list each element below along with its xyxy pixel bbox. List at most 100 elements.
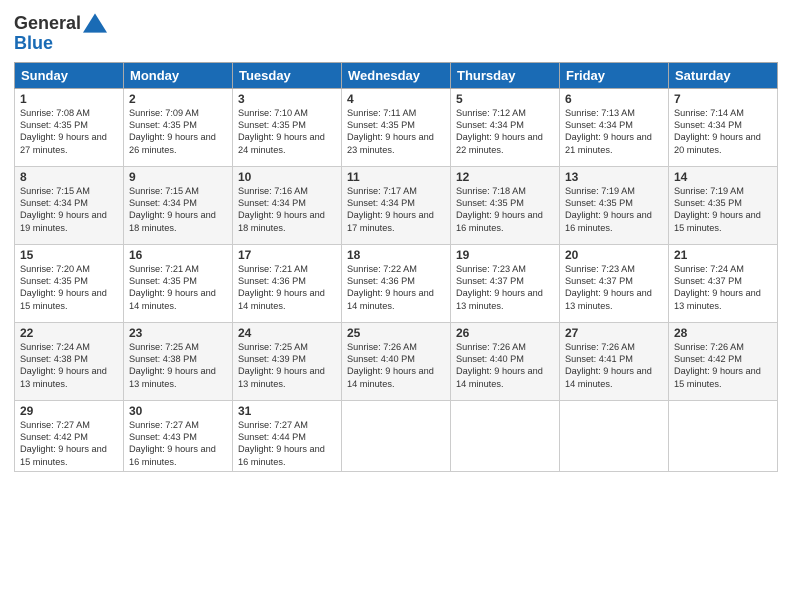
day-number: 9	[129, 170, 227, 184]
day-number: 8	[20, 170, 118, 184]
calendar-week-2: 8Sunrise: 7:15 AMSunset: 4:34 PMDaylight…	[15, 166, 778, 244]
cell-content: Sunrise: 7:08 AMSunset: 4:35 PMDaylight:…	[20, 107, 118, 157]
day-number: 28	[674, 326, 772, 340]
calendar-cell: 15Sunrise: 7:20 AMSunset: 4:35 PMDayligh…	[15, 244, 124, 322]
cell-content: Sunrise: 7:26 AMSunset: 4:42 PMDaylight:…	[674, 341, 772, 391]
calendar-cell: 29Sunrise: 7:27 AMSunset: 4:42 PMDayligh…	[15, 400, 124, 472]
day-number: 5	[456, 92, 554, 106]
day-number: 19	[456, 248, 554, 262]
calendar-cell: 27Sunrise: 7:26 AMSunset: 4:41 PMDayligh…	[560, 322, 669, 400]
calendar-cell: 3Sunrise: 7:10 AMSunset: 4:35 PMDaylight…	[233, 88, 342, 166]
calendar-cell: 19Sunrise: 7:23 AMSunset: 4:37 PMDayligh…	[451, 244, 560, 322]
calendar-week-3: 15Sunrise: 7:20 AMSunset: 4:35 PMDayligh…	[15, 244, 778, 322]
calendar-cell: 21Sunrise: 7:24 AMSunset: 4:37 PMDayligh…	[669, 244, 778, 322]
day-number: 21	[674, 248, 772, 262]
day-number: 6	[565, 92, 663, 106]
header-friday: Friday	[560, 62, 669, 88]
cell-content: Sunrise: 7:24 AMSunset: 4:38 PMDaylight:…	[20, 341, 118, 391]
day-number: 18	[347, 248, 445, 262]
calendar-week-5: 29Sunrise: 7:27 AMSunset: 4:42 PMDayligh…	[15, 400, 778, 472]
cell-content: Sunrise: 7:26 AMSunset: 4:40 PMDaylight:…	[456, 341, 554, 391]
day-number: 20	[565, 248, 663, 262]
calendar-cell: 20Sunrise: 7:23 AMSunset: 4:37 PMDayligh…	[560, 244, 669, 322]
day-number: 31	[238, 404, 336, 418]
day-number: 25	[347, 326, 445, 340]
calendar-cell: 31Sunrise: 7:27 AMSunset: 4:44 PMDayligh…	[233, 400, 342, 472]
header: General Blue	[14, 10, 778, 54]
calendar-week-4: 22Sunrise: 7:24 AMSunset: 4:38 PMDayligh…	[15, 322, 778, 400]
day-number: 7	[674, 92, 772, 106]
calendar-header-row: SundayMondayTuesdayWednesdayThursdayFrid…	[15, 62, 778, 88]
calendar-cell: 10Sunrise: 7:16 AMSunset: 4:34 PMDayligh…	[233, 166, 342, 244]
calendar-cell: 6Sunrise: 7:13 AMSunset: 4:34 PMDaylight…	[560, 88, 669, 166]
calendar-cell: 24Sunrise: 7:25 AMSunset: 4:39 PMDayligh…	[233, 322, 342, 400]
cell-content: Sunrise: 7:11 AMSunset: 4:35 PMDaylight:…	[347, 107, 445, 157]
day-number: 16	[129, 248, 227, 262]
day-number: 22	[20, 326, 118, 340]
day-number: 12	[456, 170, 554, 184]
calendar-cell: 18Sunrise: 7:22 AMSunset: 4:36 PMDayligh…	[342, 244, 451, 322]
cell-content: Sunrise: 7:15 AMSunset: 4:34 PMDaylight:…	[129, 185, 227, 235]
calendar-cell: 30Sunrise: 7:27 AMSunset: 4:43 PMDayligh…	[124, 400, 233, 472]
page: General Blue SundayMondayTuesdayWednesda…	[0, 0, 792, 612]
cell-content: Sunrise: 7:15 AMSunset: 4:34 PMDaylight:…	[20, 185, 118, 235]
cell-content: Sunrise: 7:20 AMSunset: 4:35 PMDaylight:…	[20, 263, 118, 313]
calendar-cell: 16Sunrise: 7:21 AMSunset: 4:35 PMDayligh…	[124, 244, 233, 322]
cell-content: Sunrise: 7:25 AMSunset: 4:39 PMDaylight:…	[238, 341, 336, 391]
cell-content: Sunrise: 7:26 AMSunset: 4:41 PMDaylight:…	[565, 341, 663, 391]
calendar-cell: 11Sunrise: 7:17 AMSunset: 4:34 PMDayligh…	[342, 166, 451, 244]
calendar-cell: 14Sunrise: 7:19 AMSunset: 4:35 PMDayligh…	[669, 166, 778, 244]
header-saturday: Saturday	[669, 62, 778, 88]
calendar-cell: 9Sunrise: 7:15 AMSunset: 4:34 PMDaylight…	[124, 166, 233, 244]
cell-content: Sunrise: 7:25 AMSunset: 4:38 PMDaylight:…	[129, 341, 227, 391]
calendar-cell: 2Sunrise: 7:09 AMSunset: 4:35 PMDaylight…	[124, 88, 233, 166]
header-monday: Monday	[124, 62, 233, 88]
calendar-cell	[342, 400, 451, 472]
calendar-week-1: 1Sunrise: 7:08 AMSunset: 4:35 PMDaylight…	[15, 88, 778, 166]
cell-content: Sunrise: 7:21 AMSunset: 4:36 PMDaylight:…	[238, 263, 336, 313]
calendar-cell: 28Sunrise: 7:26 AMSunset: 4:42 PMDayligh…	[669, 322, 778, 400]
calendar-cell	[560, 400, 669, 472]
calendar-cell: 12Sunrise: 7:18 AMSunset: 4:35 PMDayligh…	[451, 166, 560, 244]
day-number: 23	[129, 326, 227, 340]
day-number: 30	[129, 404, 227, 418]
cell-content: Sunrise: 7:23 AMSunset: 4:37 PMDaylight:…	[565, 263, 663, 313]
header-wednesday: Wednesday	[342, 62, 451, 88]
cell-content: Sunrise: 7:18 AMSunset: 4:35 PMDaylight:…	[456, 185, 554, 235]
day-number: 24	[238, 326, 336, 340]
calendar-cell: 1Sunrise: 7:08 AMSunset: 4:35 PMDaylight…	[15, 88, 124, 166]
day-number: 1	[20, 92, 118, 106]
cell-content: Sunrise: 7:27 AMSunset: 4:42 PMDaylight:…	[20, 419, 118, 469]
calendar-cell: 25Sunrise: 7:26 AMSunset: 4:40 PMDayligh…	[342, 322, 451, 400]
calendar-cell: 26Sunrise: 7:26 AMSunset: 4:40 PMDayligh…	[451, 322, 560, 400]
day-number: 26	[456, 326, 554, 340]
cell-content: Sunrise: 7:12 AMSunset: 4:34 PMDaylight:…	[456, 107, 554, 157]
calendar-cell: 5Sunrise: 7:12 AMSunset: 4:34 PMDaylight…	[451, 88, 560, 166]
logo: General Blue	[14, 14, 107, 54]
day-number: 4	[347, 92, 445, 106]
cell-content: Sunrise: 7:14 AMSunset: 4:34 PMDaylight:…	[674, 107, 772, 157]
cell-content: Sunrise: 7:17 AMSunset: 4:34 PMDaylight:…	[347, 185, 445, 235]
cell-content: Sunrise: 7:27 AMSunset: 4:44 PMDaylight:…	[238, 419, 336, 469]
calendar-cell: 17Sunrise: 7:21 AMSunset: 4:36 PMDayligh…	[233, 244, 342, 322]
calendar-cell: 22Sunrise: 7:24 AMSunset: 4:38 PMDayligh…	[15, 322, 124, 400]
cell-content: Sunrise: 7:19 AMSunset: 4:35 PMDaylight:…	[674, 185, 772, 235]
cell-content: Sunrise: 7:09 AMSunset: 4:35 PMDaylight:…	[129, 107, 227, 157]
cell-content: Sunrise: 7:22 AMSunset: 4:36 PMDaylight:…	[347, 263, 445, 313]
calendar-cell: 23Sunrise: 7:25 AMSunset: 4:38 PMDayligh…	[124, 322, 233, 400]
day-number: 13	[565, 170, 663, 184]
day-number: 11	[347, 170, 445, 184]
calendar-cell: 13Sunrise: 7:19 AMSunset: 4:35 PMDayligh…	[560, 166, 669, 244]
header-tuesday: Tuesday	[233, 62, 342, 88]
day-number: 10	[238, 170, 336, 184]
logo-icon	[83, 13, 107, 33]
calendar-cell: 7Sunrise: 7:14 AMSunset: 4:34 PMDaylight…	[669, 88, 778, 166]
cell-content: Sunrise: 7:27 AMSunset: 4:43 PMDaylight:…	[129, 419, 227, 469]
day-number: 2	[129, 92, 227, 106]
header-thursday: Thursday	[451, 62, 560, 88]
calendar-cell: 4Sunrise: 7:11 AMSunset: 4:35 PMDaylight…	[342, 88, 451, 166]
header-sunday: Sunday	[15, 62, 124, 88]
calendar-cell: 8Sunrise: 7:15 AMSunset: 4:34 PMDaylight…	[15, 166, 124, 244]
day-number: 3	[238, 92, 336, 106]
cell-content: Sunrise: 7:26 AMSunset: 4:40 PMDaylight:…	[347, 341, 445, 391]
